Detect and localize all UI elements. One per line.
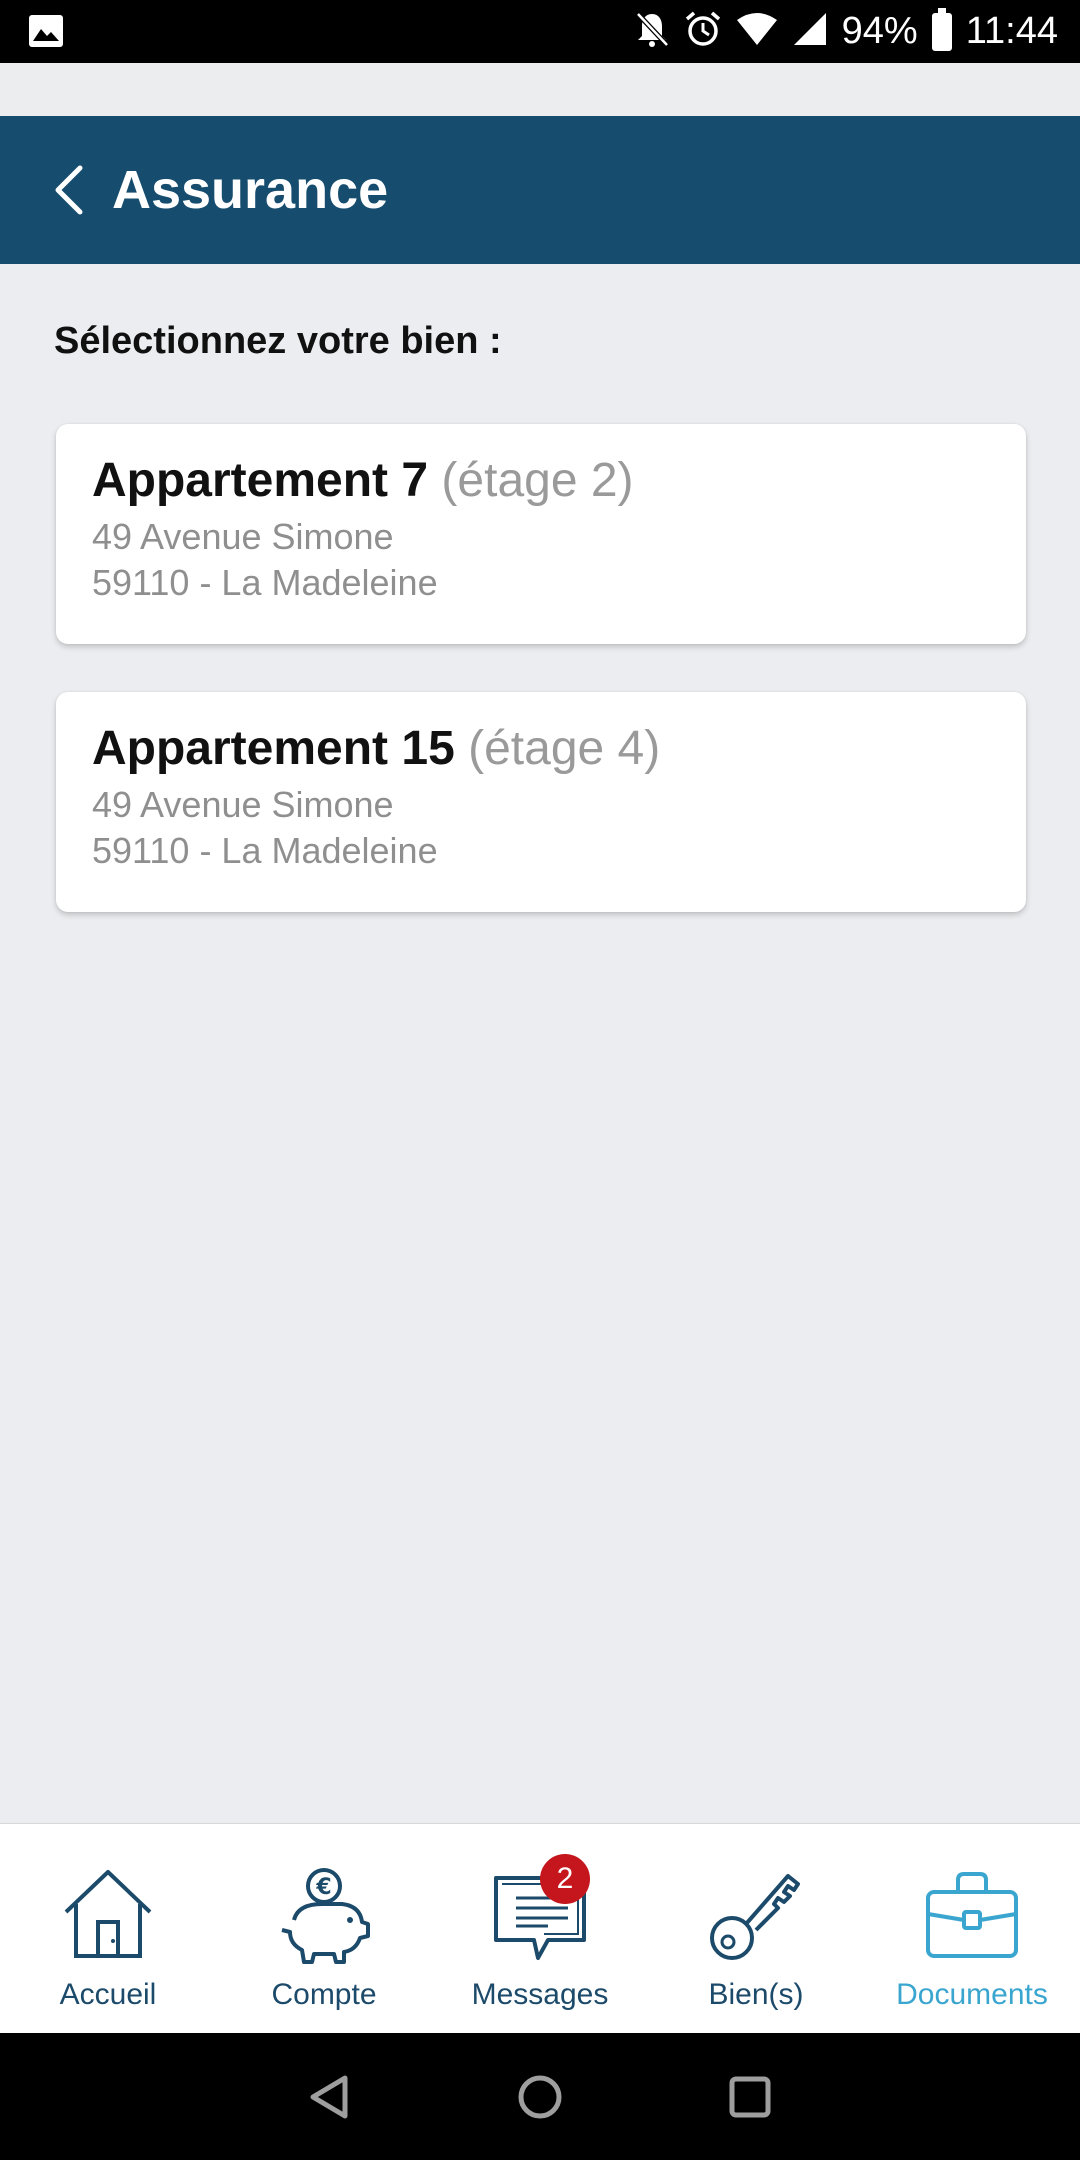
system-navigation-bar	[0, 2033, 1080, 2160]
nav-compte[interactable]: € Compte	[216, 1824, 432, 2033]
system-recents-button[interactable]	[720, 2067, 780, 2127]
signal-icon	[792, 12, 828, 51]
nav-messages[interactable]: 2 Messages	[432, 1824, 648, 2033]
clock: 11:44	[965, 10, 1058, 52]
page-title: Assurance	[112, 160, 389, 220]
property-name: Appartement 15	[92, 722, 455, 775]
property-floor: (étage 2)	[441, 454, 634, 507]
property-city: 59110 - La Madeleine	[92, 829, 438, 871]
wifi-icon	[736, 12, 778, 51]
toolbar-spacer	[0, 63, 1080, 116]
key-icon	[710, 1874, 800, 1960]
recents-square-icon	[729, 2076, 771, 2117]
system-home-button[interactable]	[510, 2067, 570, 2127]
house-icon	[64, 1870, 152, 1958]
nav-label: Messages	[471, 1978, 609, 2011]
bottom-navigation: Accueil € Compte 2 Messages Bien(s) Docu…	[0, 1823, 1080, 2033]
property-street: 49 Avenue Simone	[92, 783, 394, 825]
property-street: 49 Avenue Simone	[92, 515, 394, 557]
property-card[interactable]: Appartement 15 (étage 4) 49 Avenue Simon…	[56, 692, 1026, 912]
nav-label: Accueil	[59, 1978, 157, 2011]
home-circle-icon	[518, 2075, 562, 2118]
nav-label: Documents	[896, 1978, 1048, 2011]
battery-icon	[931, 7, 952, 51]
alarm-icon	[684, 10, 722, 53]
battery-percent: 94%	[841, 10, 918, 52]
property-floor: (étage 4)	[468, 722, 661, 775]
back-triangle-icon	[310, 2075, 348, 2118]
briefcase-icon	[926, 1872, 1018, 1958]
select-property-prompt: Sélectionnez votre bien :	[54, 320, 502, 362]
svg-text:€: €	[315, 1875, 331, 1900]
nav-label: Bien(s)	[708, 1978, 804, 2011]
nav-accueil[interactable]: Accueil	[0, 1824, 216, 2033]
nav-label: Compte	[271, 1978, 377, 2011]
app-bar: Assurance	[0, 116, 1080, 264]
nav-documents[interactable]: Documents	[864, 1824, 1080, 2033]
bell-off-icon	[634, 10, 670, 53]
chevron-left-icon	[55, 165, 83, 215]
piggy-bank-euro-icon: €	[281, 1868, 370, 1964]
property-card[interactable]: Appartement 7 (étage 2) 49 Avenue Simone…	[56, 424, 1026, 644]
nav-biens[interactable]: Bien(s)	[648, 1824, 864, 2033]
unread-badge: 2	[540, 1854, 590, 1904]
image-icon	[28, 14, 64, 48]
back-button[interactable]	[38, 160, 98, 220]
system-back-button[interactable]	[300, 2067, 360, 2127]
property-city: 59110 - La Madeleine	[92, 561, 438, 603]
property-name: Appartement 7	[92, 454, 429, 507]
status-bar: 94% 11:44	[0, 0, 1080, 63]
